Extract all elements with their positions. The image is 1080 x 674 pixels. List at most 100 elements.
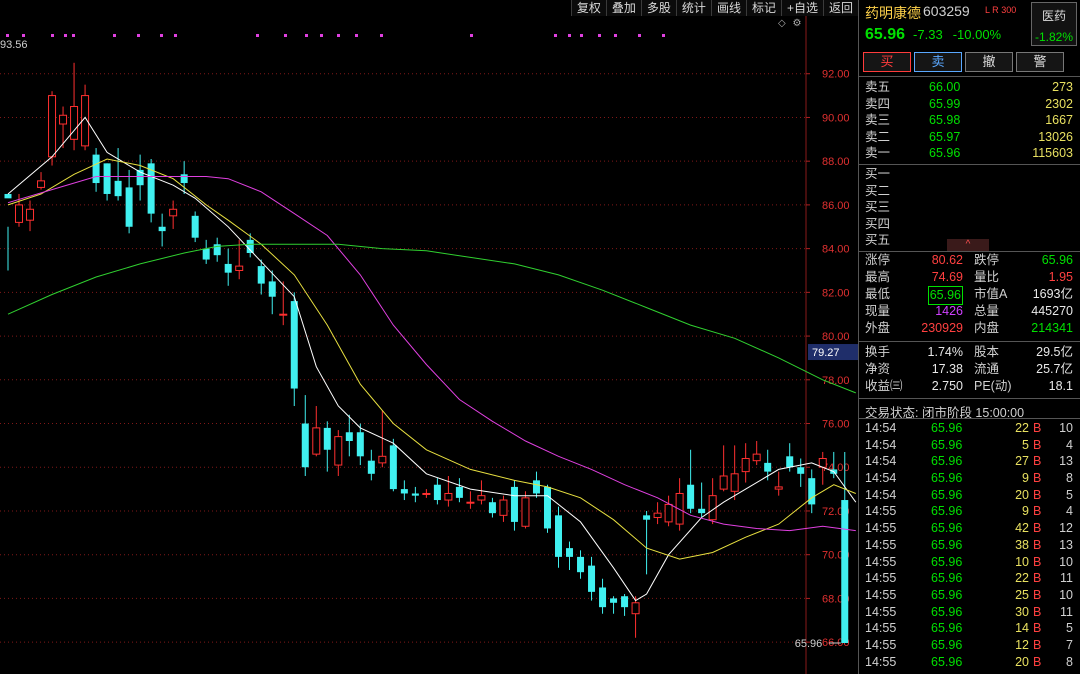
- chart-toolbar-icons: ◇ ⚙: [778, 18, 805, 29]
- stat-label: 流通: [974, 362, 1000, 376]
- gear-icon[interactable]: ⚙: [792, 18, 801, 29]
- tick-time: 14:55: [865, 621, 897, 636]
- stat-label: 换手: [865, 345, 891, 359]
- event-marker: [137, 34, 140, 37]
- tag-300: 300: [1001, 5, 1017, 15]
- candle-body: [334, 436, 343, 466]
- toolbar-button[interactable]: 叠加: [605, 0, 641, 16]
- asks-row[interactable]: 卖三 65.98 1667: [859, 112, 1080, 129]
- asks-row[interactable]: 卖五 66.00 273: [859, 79, 1080, 96]
- sector-button[interactable]: 医药 -1.82%: [1031, 2, 1077, 46]
- candle-body: [400, 489, 408, 494]
- stat-value: 445270: [1031, 304, 1073, 318]
- tick-price: 65.96: [931, 621, 963, 636]
- collapse-button[interactable]: ^: [947, 239, 989, 251]
- bids-label: 买五: [865, 233, 891, 247]
- candle-body: [566, 548, 574, 557]
- tick-row: 14:55 65.96 20 B 8: [859, 654, 1080, 671]
- event-marker: [64, 34, 67, 37]
- event-marker: [554, 34, 557, 37]
- stat-value: 25.7亿: [1036, 362, 1073, 376]
- tick-time: 14:55: [865, 604, 897, 619]
- candle-body: [543, 486, 551, 529]
- buy-button[interactable]: 买: [863, 52, 911, 72]
- candle-body: [158, 226, 166, 232]
- bids-row[interactable]: 买二: [859, 183, 1080, 200]
- price-change: -7.33: [913, 27, 943, 42]
- asks-row[interactable]: 卖四 65.99 2302: [859, 96, 1080, 113]
- candle-body: [774, 486, 783, 490]
- diamond-icon[interactable]: ◇: [778, 18, 786, 29]
- toolbar-button[interactable]: 多股: [640, 0, 676, 16]
- bids-row[interactable]: 买四: [859, 216, 1080, 233]
- tick-time: 14:55: [865, 637, 897, 652]
- stock-tags: L R 300: [985, 5, 1016, 15]
- tick-side: B: [1033, 604, 1042, 619]
- divider: [859, 398, 1080, 399]
- asks-price: 66.00: [929, 80, 961, 94]
- divider: [859, 418, 1080, 419]
- stat-label: 涨停: [865, 253, 891, 267]
- toolbar-button[interactable]: 统计: [675, 0, 711, 16]
- tick-time: 14:55: [865, 504, 897, 519]
- event-marker: [614, 34, 617, 37]
- bids-row[interactable]: 买三: [859, 199, 1080, 216]
- toolbar-button[interactable]: 返回: [822, 0, 858, 16]
- candle-body: [246, 239, 254, 253]
- toolbar-button[interactable]: 复权: [570, 0, 606, 16]
- toolbar-button[interactable]: 标记: [745, 0, 781, 16]
- sell-button[interactable]: 卖: [914, 52, 962, 72]
- divider: [859, 76, 1080, 77]
- stat-row: 收益㈢ 2.750 PE(动) 18.1: [859, 378, 1080, 395]
- asks-price: 65.99: [929, 96, 961, 111]
- candlestick-chart[interactable]: 92.0090.0088.0086.0084.0082.0080.0078.00…: [0, 0, 858, 674]
- candle-body: [235, 265, 244, 271]
- stat-row: 净资 17.38 流通 25.7亿: [859, 361, 1080, 378]
- tick-count: 7: [1066, 637, 1073, 652]
- candle-body: [687, 484, 695, 509]
- tick-volume: 25: [1015, 587, 1029, 602]
- toolbar-button[interactable]: +自选: [780, 0, 823, 16]
- bid-book: 买一 买二 买三 买四 买五: [859, 166, 1080, 249]
- tick-row: 14:55 65.96 14 B 5: [859, 620, 1080, 637]
- asks-row[interactable]: 卖一 65.96 115603: [859, 145, 1080, 162]
- tick-volume: 30: [1015, 604, 1029, 619]
- price-line: 65.96 -7.33 -10.00%: [865, 26, 1011, 44]
- tick-price: 65.96: [931, 637, 963, 652]
- candle-body: [797, 467, 805, 474]
- candle-body: [367, 460, 375, 474]
- tick-row: 14:55 65.96 12 B 7: [859, 637, 1080, 654]
- cancel-order-button[interactable]: 撤: [965, 52, 1013, 72]
- candle-body: [378, 455, 387, 464]
- event-marker: [568, 34, 571, 37]
- asks-label: 卖一: [865, 146, 891, 160]
- tick-count: 10: [1059, 587, 1073, 602]
- candle-body: [59, 114, 68, 125]
- event-marker: [6, 34, 9, 37]
- candle-body: [521, 497, 530, 527]
- tick-list[interactable]: 14:54 65.96 22 B 10 14:54 65.96 5 B 4 14:54 65.96 27…: [859, 420, 1080, 670]
- tick-side: B: [1033, 454, 1042, 469]
- candle-body: [70, 106, 79, 140]
- candle-body: [125, 187, 133, 227]
- stat-label: 收益㈢: [865, 379, 903, 393]
- candle-body: [555, 515, 562, 557]
- candle-body: [433, 484, 441, 501]
- asks-row[interactable]: 卖二 65.97 13026: [859, 129, 1080, 146]
- asks-label: 卖二: [865, 129, 891, 144]
- candle-body: [26, 208, 35, 221]
- y-tick-label: 84.00: [822, 244, 850, 256]
- tick-price: 65.96: [931, 537, 963, 552]
- period-high-label: 93.56: [0, 39, 28, 51]
- alert-button[interactable]: 警: [1016, 52, 1064, 72]
- stat-label: 现量: [865, 304, 891, 318]
- stat-label: 最低: [865, 287, 891, 301]
- ask-book: 卖五 66.00 273 卖四 65.99 2302 卖三 65.98 1667 卖二 65.97 1…: [859, 79, 1080, 162]
- bids-row[interactable]: 买一: [859, 166, 1080, 183]
- toolbar-button[interactable]: 画线: [710, 0, 746, 16]
- candle-body: [664, 503, 673, 523]
- candle-body: [466, 501, 475, 504]
- tick-side: B: [1033, 471, 1042, 486]
- tick-volume: 42: [1015, 521, 1029, 536]
- candle-body: [290, 301, 298, 389]
